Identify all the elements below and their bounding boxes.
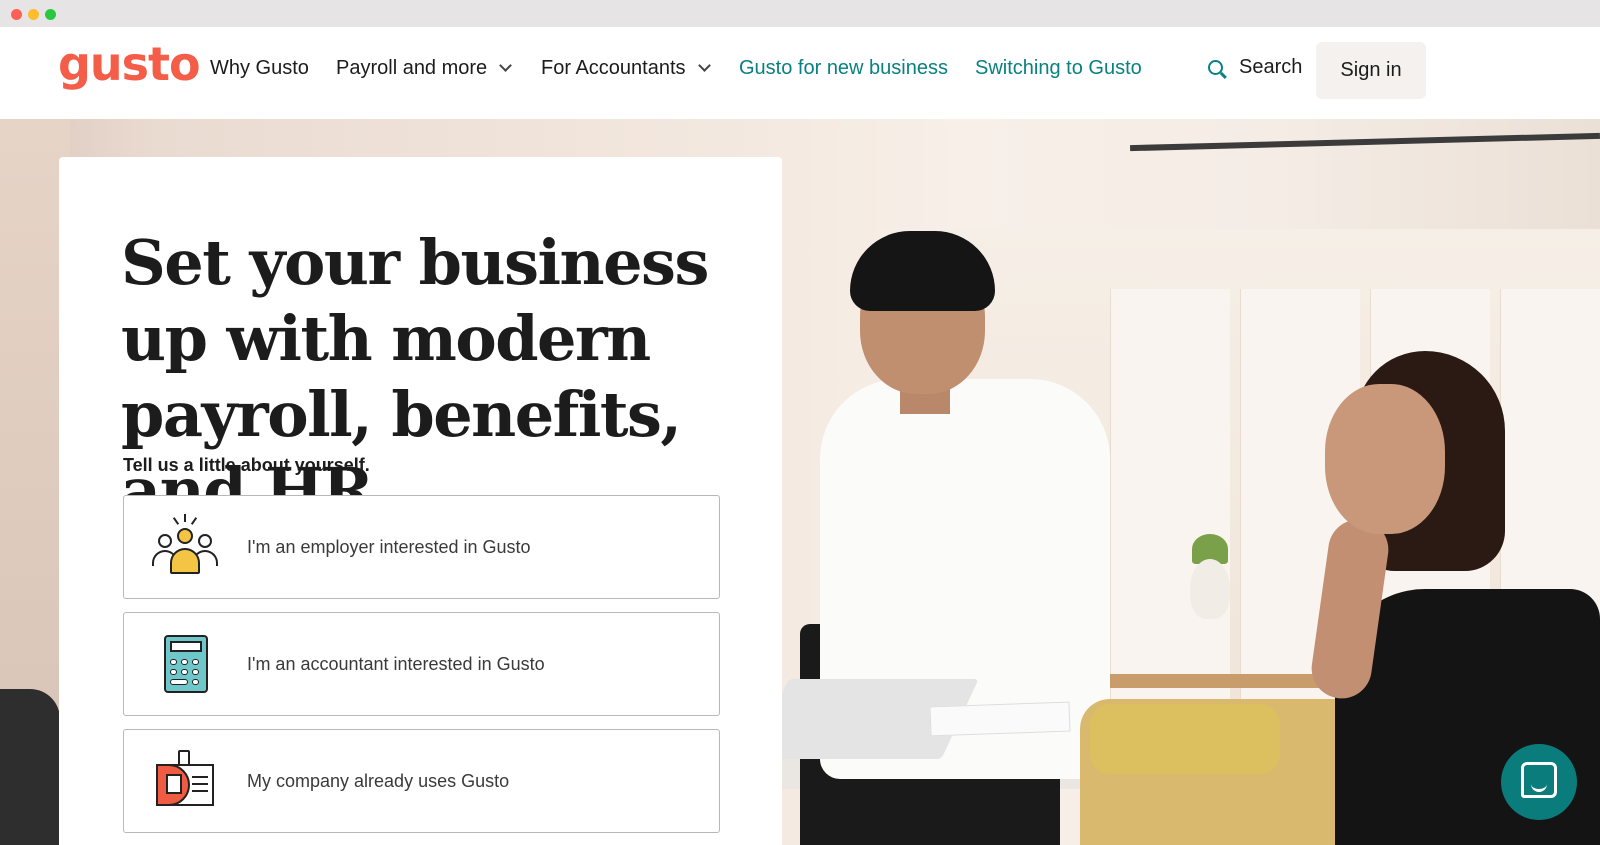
id-badge-icon bbox=[150, 746, 220, 816]
hero-card: Set your business up with modern payroll… bbox=[59, 157, 782, 845]
calculator-icon bbox=[150, 629, 220, 699]
search-label: Search bbox=[1239, 56, 1303, 78]
option-accountant[interactable]: I'm an accountant interested in Gusto bbox=[123, 612, 720, 716]
site-header: gusto Why Gusto Payroll and more For Acc… bbox=[0, 27, 1600, 119]
nav-for-accountants[interactable]: For Accountants bbox=[541, 57, 711, 79]
nav-gusto-for-new-business[interactable]: Gusto for new business bbox=[739, 58, 948, 78]
chevron-down-icon bbox=[499, 59, 513, 72]
nav-accountants-label: For Accountants bbox=[541, 57, 686, 79]
chat-icon bbox=[1521, 762, 1557, 798]
sign-in-button[interactable]: Sign in bbox=[1316, 42, 1426, 99]
nav-payroll-and-more[interactable]: Payroll and more bbox=[336, 57, 513, 79]
zoom-window-button[interactable] bbox=[45, 9, 56, 20]
chevron-down-icon bbox=[697, 59, 711, 72]
sign-in-label: Sign in bbox=[1340, 59, 1402, 81]
hero-subheading: Tell us a little about yourself. bbox=[123, 455, 370, 475]
search-icon bbox=[1208, 60, 1223, 75]
search-button[interactable]: Search bbox=[1208, 57, 1302, 77]
nav-why-gusto-label: Why Gusto bbox=[210, 57, 309, 79]
hero-headline: Set your business up with modern payroll… bbox=[121, 226, 709, 527]
option-accountant-label: I'm an accountant interested in Gusto bbox=[247, 653, 545, 674]
nav-switching-to-gusto[interactable]: Switching to Gusto bbox=[975, 58, 1142, 78]
nav-why-gusto[interactable]: Why Gusto bbox=[210, 58, 309, 78]
nav-new-business-label: Gusto for new business bbox=[739, 57, 948, 79]
nav-switching-label: Switching to Gusto bbox=[975, 57, 1142, 79]
option-employer-label: I'm an employer interested in Gusto bbox=[247, 536, 531, 557]
option-employer[interactable]: I'm an employer interested in Gusto bbox=[123, 495, 720, 599]
option-existing-company[interactable]: My company already uses Gusto bbox=[123, 729, 720, 833]
option-existing-label: My company already uses Gusto bbox=[247, 770, 510, 791]
gusto-logo[interactable]: gusto bbox=[58, 41, 201, 87]
browser-chrome bbox=[0, 0, 1600, 27]
minimize-window-button[interactable] bbox=[28, 9, 39, 20]
nav-payroll-label: Payroll and more bbox=[336, 57, 488, 79]
chat-launcher-button[interactable] bbox=[1501, 744, 1577, 820]
people-group-icon bbox=[150, 512, 220, 582]
close-window-button[interactable] bbox=[11, 9, 22, 20]
